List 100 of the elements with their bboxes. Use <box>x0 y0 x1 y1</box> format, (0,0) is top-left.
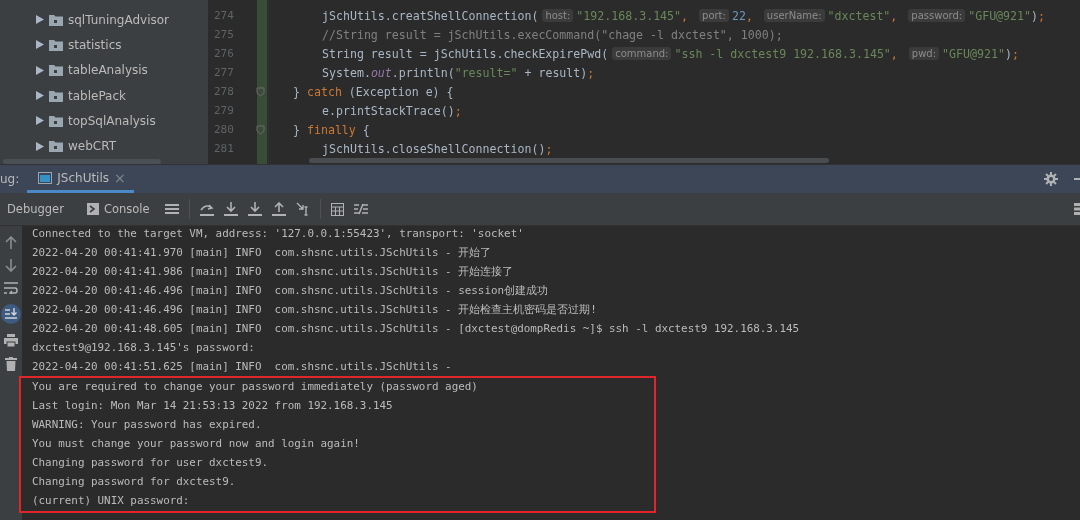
down-arrow-icon[interactable] <box>5 259 17 272</box>
code-punctuation: , <box>890 8 899 23</box>
code-text: } <box>293 122 301 137</box>
up-arrow-icon[interactable] <box>5 236 17 249</box>
line-number: 275 <box>214 28 234 41</box>
horizontal-scrollbar[interactable] <box>309 158 829 163</box>
tree-item[interactable]: tableAnalysis <box>0 57 208 83</box>
print-icon[interactable] <box>4 334 18 347</box>
collapsed-arrow-icon[interactable] <box>36 141 44 151</box>
string-literal: "ssh -l dxctest9 192.168.3.145" <box>674 46 891 61</box>
console-icon[interactable] <box>86 203 99 215</box>
parameter-hint: port: <box>699 9 729 22</box>
step-out-icon[interactable] <box>271 202 286 216</box>
console-line: Changing password for dxctest9. <box>32 474 237 490</box>
tree-item[interactable]: sqlTuningAdvisor <box>0 7 208 33</box>
tree-item[interactable]: topSqlAnalysis <box>0 108 208 134</box>
keyword: finally <box>306 122 356 137</box>
code-text: .println( <box>391 65 455 80</box>
line-number: 277 <box>214 66 234 79</box>
scroll-to-end-icon[interactable] <box>1 304 21 324</box>
code-text: System. <box>322 65 371 80</box>
folder-icon <box>49 140 63 153</box>
console-line: Changing password for user dxctest9. <box>32 455 270 471</box>
parameter-hint: userName: <box>763 9 825 22</box>
line-number: 278 <box>214 85 234 98</box>
collapsed-arrow-icon[interactable] <box>36 15 44 25</box>
trash-icon[interactable] <box>5 357 17 371</box>
step-into-icon[interactable] <box>223 202 238 216</box>
tree-item[interactable]: statistics <box>0 32 208 58</box>
console-tab[interactable]: Console <box>103 202 150 216</box>
run-to-cursor-icon[interactable] <box>295 202 310 216</box>
calculator-icon[interactable] <box>330 202 344 216</box>
console-line: (current) UNIX password: <box>32 493 191 509</box>
code-text: } <box>293 84 301 99</box>
fold-marker-icon[interactable] <box>256 125 265 135</box>
folder-icon <box>49 64 63 77</box>
console-line: Last login: Mon Mar 14 21:53:13 2022 from 192.168.3.145 <box>32 398 394 414</box>
folder-icon <box>49 13 63 26</box>
folder-icon <box>49 114 63 127</box>
parameter-hint: host: <box>542 9 574 22</box>
line-number: 279 <box>214 104 234 117</box>
collapsed-arrow-icon[interactable] <box>36 40 44 50</box>
console-line: WARNING: Your password has expired. <box>32 417 263 433</box>
panel-label: ug: <box>0 172 20 186</box>
tree-item[interactable]: webCRT <box>0 133 208 159</box>
collapsed-arrow-icon[interactable] <box>36 116 44 126</box>
string-literal: "GFU@921" <box>942 46 1005 61</box>
folder-icon <box>49 89 63 102</box>
parameter-hint: password: <box>908 9 966 22</box>
collapsed-arrow-icon[interactable] <box>36 65 44 75</box>
layout-icon[interactable] <box>1074 203 1080 215</box>
step-over-icon[interactable] <box>199 202 214 216</box>
code-text: (Exception e) { <box>347 84 454 99</box>
console-line: 2022-04-20 00:41:51.625 [main] INFO com.shsnc.utils.JSchUtils - <box>32 359 453 375</box>
line-number: 274 <box>214 9 234 22</box>
code-text: jSchUtils.creatShellConnection( <box>322 8 539 23</box>
window-icon <box>38 171 53 184</box>
string-literal: "dxctest" <box>827 8 891 23</box>
code-text: jSchUtils.closeShellConnection() <box>322 141 546 156</box>
trace-icon[interactable] <box>353 203 368 215</box>
menu-icon[interactable] <box>164 203 179 215</box>
code-punctuation: , <box>745 8 754 23</box>
console-line: dxctest9@192.168.3.145's password: <box>32 340 256 356</box>
line-number: 276 <box>214 47 234 60</box>
horizontal-scrollbar[interactable] <box>3 159 161 164</box>
code-punctuation: ; <box>1011 46 1019 61</box>
line-number: 281 <box>214 142 234 155</box>
line-number: 280 <box>214 123 234 136</box>
console-line: Connected to the target VM, address: '127.0.0.1:55423', transport: 'socket' <box>32 226 525 242</box>
string-literal: "result=" <box>454 65 518 80</box>
field-name: out <box>370 65 392 80</box>
code-text: + result) <box>523 65 588 80</box>
code-punctuation: ; <box>545 141 553 156</box>
console-line: 2022-04-20 00:41:46.496 [main] INFO com.shsnc.utils.JSchUtils - 开始检查主机密码是否过期! <box>32 302 598 318</box>
number-literal: 22 <box>731 8 746 23</box>
console-line: 2022-04-20 00:41:46.496 [main] INFO com.shsnc.utils.JSchUtils - session创建成功 <box>32 283 550 299</box>
code-punctuation: , <box>890 46 899 61</box>
collapsed-arrow-icon[interactable] <box>36 91 44 101</box>
console-line: 2022-04-20 00:41:41.970 [main] INFO com.shsnc.utils.JSchUtils - 开始了 <box>32 245 493 261</box>
parameter-hint: pwd: <box>908 47 940 60</box>
fold-marker-icon[interactable] <box>256 87 265 97</box>
console-line: 2022-04-20 00:41:48.605 [main] INFO com.shsnc.utils.JSchUtils - [dxctest@dompRedis ~]$ ssh -l dxctest9 192.168.3.145 <box>32 321 801 337</box>
console-line: You are required to change your password immediately (password aged) <box>32 379 479 395</box>
soft-wrap-icon[interactable] <box>4 282 18 294</box>
folder-icon <box>49 38 63 51</box>
string-literal: "192.168.3.145" <box>576 8 682 23</box>
code-text: e.printStackTrace() <box>322 103 455 118</box>
settings-icon[interactable] <box>1044 172 1058 186</box>
code-punctuation: ; <box>454 103 462 118</box>
code-punctuation: ; <box>1038 8 1045 23</box>
console-line: You must change your password now and login again! <box>32 436 361 452</box>
parameter-hint: command: <box>612 47 672 60</box>
debugger-tab[interactable]: Debugger <box>7 202 64 216</box>
code-punctuation: , <box>681 8 690 23</box>
code-text: String result = jSchUtils.checkExpirePwd( <box>322 46 609 61</box>
tree-item[interactable]: tablePack <box>0 82 208 109</box>
code-text: ) <box>1031 8 1038 23</box>
keyword: catch <box>306 84 342 99</box>
down-arrow-icon[interactable] <box>247 202 262 216</box>
console-line: 2022-04-20 00:41:41.986 [main] INFO com.shsnc.utils.JSchUtils - 开始连接了 <box>32 264 515 280</box>
